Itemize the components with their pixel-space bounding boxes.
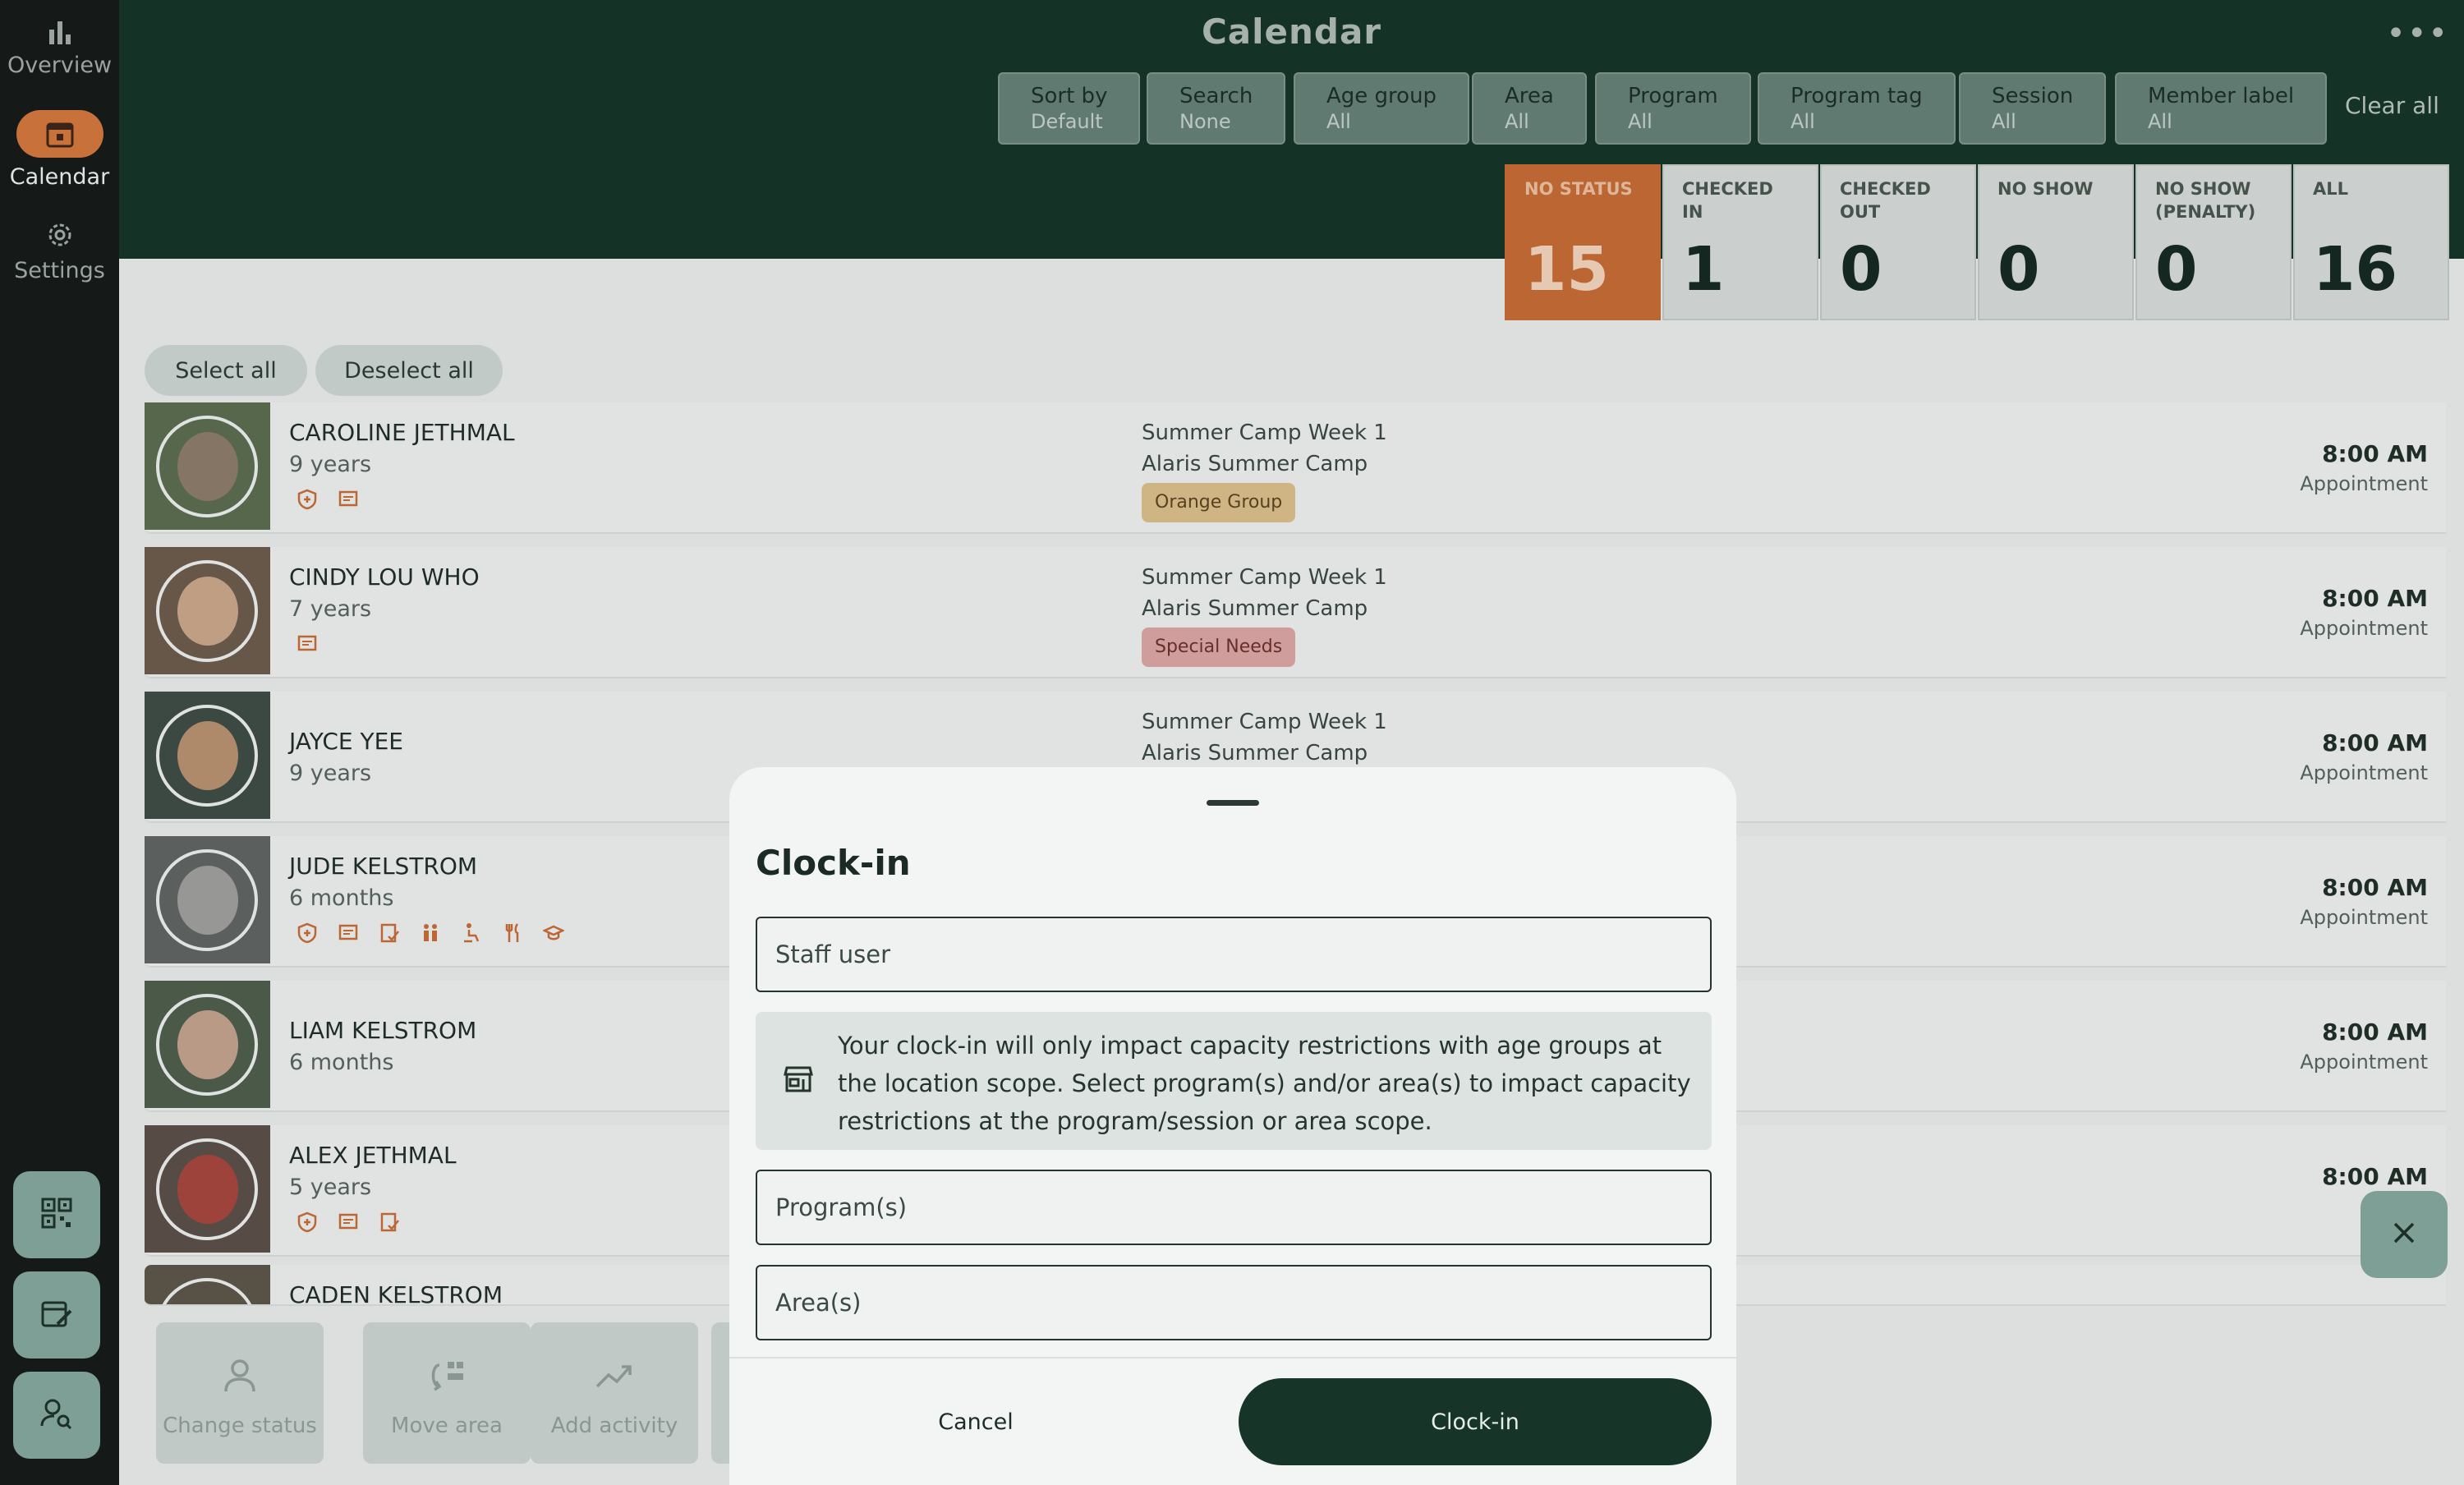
sidebar-item-calendar[interactable]: Calendar xyxy=(0,110,119,190)
sidebar: Overview Calendar Settings xyxy=(0,0,119,1485)
edit-calendar-icon xyxy=(39,1296,74,1334)
programs-placeholder: Program(s) xyxy=(775,1193,908,1221)
info-text: Your clock-in will only impact capacity … xyxy=(838,1032,1691,1135)
staff-user-placeholder: Staff user xyxy=(775,940,891,968)
cancel-button[interactable]: Cancel xyxy=(756,1378,1196,1465)
sidebar-item-overview[interactable]: Overview xyxy=(0,18,119,78)
modal-title: Clock-in xyxy=(756,843,911,883)
qr-code-icon xyxy=(40,1197,73,1233)
sidebar-item-settings[interactable]: Settings xyxy=(0,218,119,283)
programs-field[interactable]: Program(s) xyxy=(756,1170,1712,1245)
edit-calendar-button[interactable] xyxy=(13,1271,100,1359)
divider xyxy=(729,1357,1736,1359)
bar-chart-icon xyxy=(0,18,119,46)
calendar-icon xyxy=(16,110,103,158)
areas-field[interactable]: Area(s) xyxy=(756,1265,1712,1340)
areas-placeholder: Area(s) xyxy=(775,1289,862,1317)
info-notice: Your clock-in will only impact capacity … xyxy=(756,1012,1712,1150)
close-icon xyxy=(2390,1219,2418,1250)
close-selection-button[interactable] xyxy=(2361,1191,2448,1278)
user-search-button[interactable] xyxy=(13,1372,100,1459)
qr-code-button[interactable] xyxy=(13,1171,100,1258)
clock-in-button[interactable]: Clock-in xyxy=(1239,1378,1712,1465)
sidebar-item-label: Calendar xyxy=(9,164,110,190)
drag-handle[interactable] xyxy=(1207,800,1259,806)
user-search-icon xyxy=(39,1396,74,1434)
gear-icon xyxy=(0,218,119,251)
clock-in-sheet: Clock-in Staff user Your clock-in will o… xyxy=(729,767,1736,1485)
store-icon xyxy=(784,1064,813,1097)
staff-user-field[interactable]: Staff user xyxy=(756,917,1712,992)
sidebar-item-label: Overview xyxy=(7,53,113,78)
sidebar-item-label: Settings xyxy=(14,258,105,283)
